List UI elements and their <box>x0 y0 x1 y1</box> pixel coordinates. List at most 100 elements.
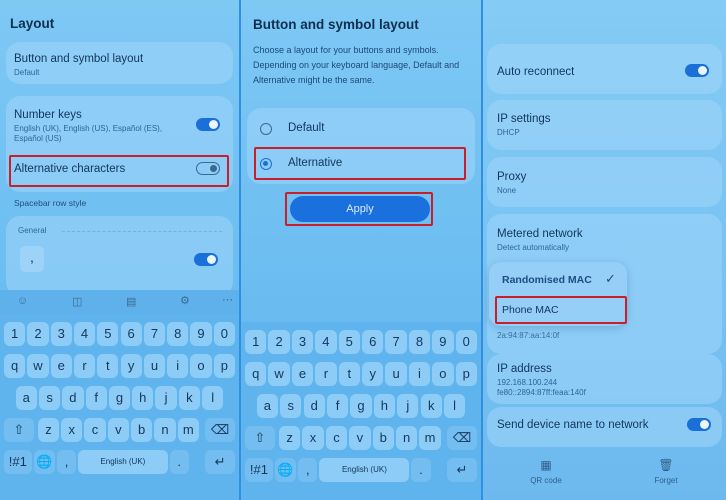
key-w[interactable]: w <box>27 354 49 378</box>
key-j[interactable]: j <box>397 394 419 418</box>
key-f[interactable]: f <box>326 394 349 418</box>
key-r[interactable]: r <box>73 354 96 378</box>
key-y[interactable]: y <box>362 362 384 386</box>
key-period[interactable]: . <box>169 450 189 474</box>
more-icon[interactable]: ⋯ <box>222 293 233 306</box>
key-q[interactable]: q <box>245 362 267 386</box>
space-key[interactable]: English (UK) <box>78 450 168 474</box>
emoji-icon[interactable]: ☺ <box>17 295 28 307</box>
key-v[interactable]: v <box>349 426 371 450</box>
key-v[interactable]: v <box>107 418 130 442</box>
ip-settings-row[interactable]: IP settings DHCP <box>487 100 722 150</box>
shift-icon[interactable]: ⇧ <box>4 418 34 442</box>
key-1[interactable]: 1 <box>245 330 267 354</box>
key-x[interactable]: x <box>61 418 83 442</box>
key-o[interactable]: o <box>190 354 212 378</box>
key-p[interactable]: p <box>455 362 477 386</box>
key-t[interactable]: t <box>338 362 360 386</box>
key-x[interactable]: x <box>302 426 324 450</box>
clipboard-icon[interactable]: ▤ <box>126 295 136 308</box>
key-y[interactable]: y <box>120 354 142 378</box>
key-a[interactable]: a <box>256 394 279 418</box>
key-e[interactable]: e <box>291 362 314 386</box>
key-n[interactable]: n <box>154 418 176 442</box>
key-5[interactable]: 5 <box>338 330 360 354</box>
key-6[interactable]: 6 <box>362 330 384 354</box>
key-0[interactable]: 0 <box>213 322 235 346</box>
key-5[interactable]: 5 <box>97 322 119 346</box>
auto-reconnect-toggle[interactable] <box>685 64 709 77</box>
number-keys-toggle[interactable] <box>196 118 220 131</box>
backspace-icon[interactable]: ⌫ <box>205 418 235 442</box>
key-q[interactable]: q <box>4 354 26 378</box>
key-f[interactable]: f <box>85 386 107 410</box>
auto-reconnect-row[interactable]: Auto reconnect <box>487 44 722 94</box>
symbols-key[interactable]: !#1 <box>245 458 273 482</box>
key-p[interactable]: p <box>213 354 235 378</box>
key-d[interactable]: d <box>62 386 84 410</box>
enter-icon[interactable]: ↵ <box>205 450 235 474</box>
sticker-icon[interactable]: ◫ <box>72 295 82 308</box>
key-comma[interactable]: , <box>298 458 318 482</box>
key-7[interactable]: 7 <box>385 330 407 354</box>
send-device-name-toggle[interactable] <box>687 418 711 431</box>
key-u[interactable]: u <box>385 362 407 386</box>
key-c[interactable]: c <box>325 426 348 450</box>
key-3[interactable]: 3 <box>291 330 314 354</box>
symbols-key[interactable]: !#1 <box>4 450 32 474</box>
key-9[interactable]: 9 <box>190 322 212 346</box>
key-z[interactable]: z <box>278 426 301 450</box>
option-randomised-mac[interactable]: Randomised MAC ✓ <box>489 262 627 294</box>
key-9[interactable]: 9 <box>432 330 454 354</box>
key-j[interactable]: j <box>155 386 177 410</box>
key-i[interactable]: i <box>408 362 431 386</box>
key-k[interactable]: k <box>178 386 201 410</box>
qr-code-button[interactable]: ▦ QR code <box>521 458 571 494</box>
key-a[interactable]: a <box>15 386 37 410</box>
key-w[interactable]: w <box>268 362 290 386</box>
key-2[interactable]: 2 <box>27 322 49 346</box>
send-device-name-row[interactable]: Send device name to network <box>487 407 722 447</box>
key-d[interactable]: d <box>303 394 325 418</box>
globe-icon[interactable]: 🌐 <box>33 450 55 474</box>
key-s[interactable]: s <box>38 386 61 410</box>
key-h[interactable]: h <box>373 394 396 418</box>
key-o[interactable]: o <box>432 362 454 386</box>
key-l[interactable]: l <box>443 394 466 418</box>
key-u[interactable]: u <box>143 354 166 378</box>
key-i[interactable]: i <box>167 354 189 378</box>
shift-icon[interactable]: ⇧ <box>245 426 275 450</box>
key-s[interactable]: s <box>280 394 302 418</box>
proxy-row[interactable]: Proxy None <box>487 157 722 207</box>
key-z[interactable]: z <box>37 418 60 442</box>
key-m[interactable]: m <box>419 426 441 450</box>
key-k[interactable]: k <box>420 394 442 418</box>
spacebar-style-toggle[interactable] <box>194 253 218 266</box>
key-l[interactable]: l <box>202 386 224 410</box>
key-1[interactable]: 1 <box>4 322 26 346</box>
key-7[interactable]: 7 <box>143 322 166 346</box>
option-default[interactable]: Default <box>247 108 475 146</box>
key-t[interactable]: t <box>97 354 119 378</box>
key-8[interactable]: 8 <box>167 322 189 346</box>
key-g[interactable]: g <box>108 386 131 410</box>
key-2[interactable]: 2 <box>268 330 290 354</box>
key-m[interactable]: m <box>177 418 199 442</box>
forget-button[interactable]: 🗑 Forget <box>641 458 691 494</box>
key-h[interactable]: h <box>132 386 154 410</box>
key-b[interactable]: b <box>372 426 394 450</box>
key-4[interactable]: 4 <box>315 330 337 354</box>
key-comma[interactable]: , <box>56 450 77 474</box>
enter-icon[interactable]: ↵ <box>447 458 477 482</box>
key-0[interactable]: 0 <box>455 330 477 354</box>
radio-default[interactable] <box>260 123 272 135</box>
backspace-icon[interactable]: ⌫ <box>447 426 477 450</box>
space-key[interactable]: English (UK) <box>319 458 410 482</box>
key-period[interactable]: . <box>411 458 431 482</box>
button-layout-setting[interactable]: Button and symbol layout Default <box>6 42 233 84</box>
settings-icon[interactable]: ⚙ <box>180 294 190 307</box>
key-n[interactable]: n <box>395 426 418 450</box>
globe-icon[interactable]: 🌐 <box>274 458 297 482</box>
key-4[interactable]: 4 <box>73 322 96 346</box>
key-r[interactable]: r <box>315 362 337 386</box>
